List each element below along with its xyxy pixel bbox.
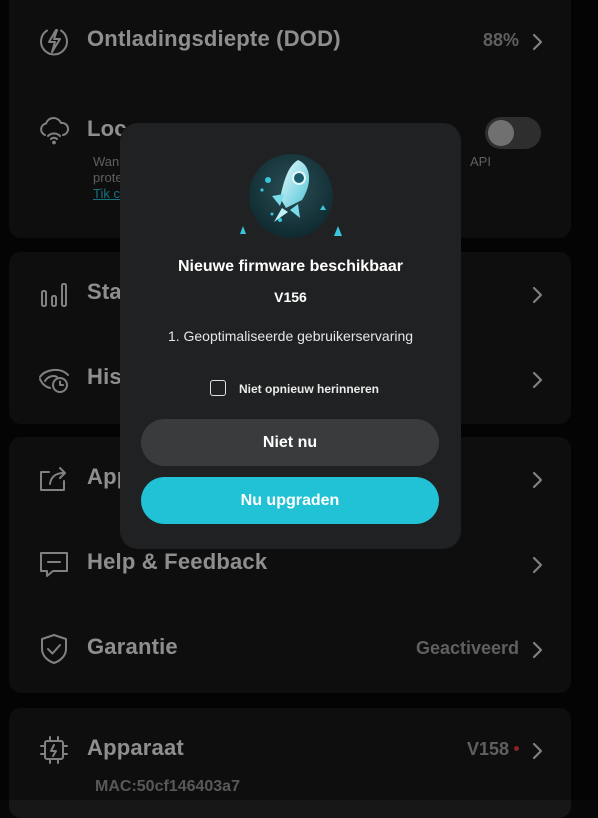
release-notes: 1. Geoptimaliseerde gebruikerservaring [167,328,414,344]
not-now-button[interactable]: Niet nu [141,419,439,466]
firmware-version: V156 [274,289,307,305]
rocket-icon [240,150,342,242]
dialog-title: Nieuwe firmware beschikbaar [178,258,403,275]
firmware-update-dialog: Nieuwe firmware beschikbaar V156 1. Geop… [120,123,461,549]
dont-remind-label: Niet opnieuw herinneren [239,382,380,396]
upgrade-now-button[interactable]: Nu upgraden [141,477,439,524]
dont-remind-checkbox[interactable] [210,380,226,396]
